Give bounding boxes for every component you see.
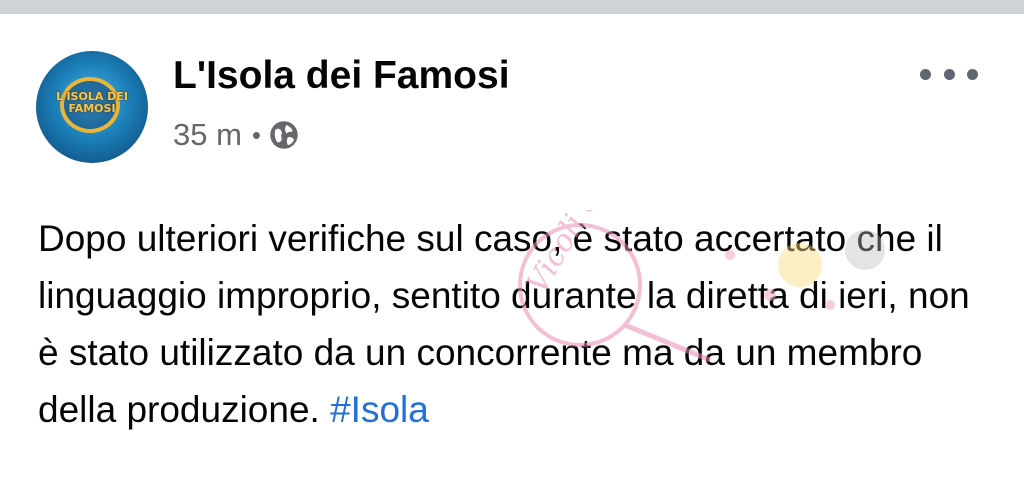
globe-icon[interactable]: [269, 120, 299, 150]
hashtag-link[interactable]: #Isola: [330, 389, 429, 430]
post-timestamp[interactable]: 35 m: [173, 117, 242, 153]
post-meta: 35 m •: [173, 116, 299, 154]
meta-separator: •: [251, 119, 262, 150]
more-dot-icon: [967, 68, 978, 80]
post-body: Dopo ulteriori verifiche sul caso, è sta…: [38, 210, 978, 438]
avatar-logo-text: L'ISOLA DEI FAMOSI: [56, 90, 128, 115]
more-options-button[interactable]: [920, 62, 978, 86]
post-card: L'ISOLA DEI FAMOSI L'Isola dei Famosi 35…: [0, 14, 1024, 486]
more-dot-icon: [920, 68, 931, 80]
top-strip: [0, 0, 1024, 14]
more-dot-icon: [943, 68, 955, 80]
post-body-text: Dopo ulteriori verifiche sul caso, è sta…: [38, 218, 970, 430]
page-avatar[interactable]: L'ISOLA DEI FAMOSI: [36, 51, 148, 163]
page-name-link[interactable]: L'Isola dei Famosi: [173, 54, 510, 98]
